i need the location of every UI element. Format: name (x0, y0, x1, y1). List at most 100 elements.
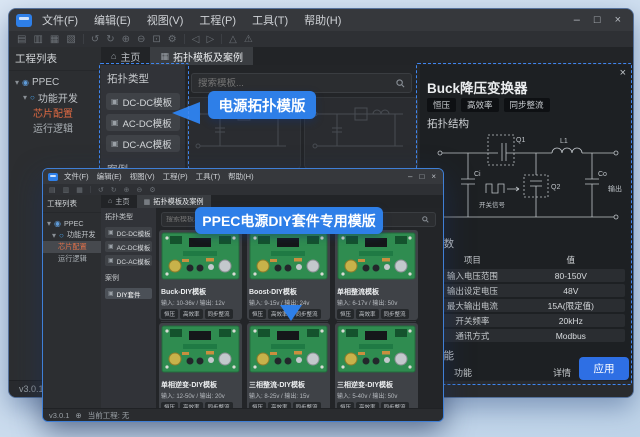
close-button[interactable]: × (615, 14, 621, 26)
new-file-icon[interactable]: ▤ (49, 186, 56, 194)
menu-edit[interactable]: 编辑(E) (97, 171, 122, 182)
minimize-button[interactable]: – (574, 14, 580, 26)
topology-item-diy[interactable]: ▣ DIY套件 (105, 288, 152, 299)
param-value: 80-150V (517, 271, 625, 281)
tag-badge: 恒压 (337, 309, 354, 319)
callout-arrow-left (172, 102, 200, 124)
schematic-l1-label: L1 (560, 138, 568, 145)
template-box-icon: ▣ (108, 257, 114, 264)
function-node-icon: ○ (59, 231, 64, 240)
diy-card-three-phase-rectifier[interactable]: 三相整流-DIY模板 输入: 8-25v / 输出: 15v 恒压 高效率 同步… (247, 323, 330, 409)
tree-label: 芯片配置 (33, 105, 73, 120)
menu-file[interactable]: 文件(F) (64, 171, 89, 182)
menu-help[interactable]: 帮助(H) (304, 12, 341, 28)
menu-edit[interactable]: 编辑(E) (94, 12, 131, 28)
main-titlebar: 文件(F) 编辑(E) 视图(V) 工程(P) 工具(T) 帮助(H) – □ … (9, 9, 633, 32)
tag-badge: 恒压 (249, 309, 266, 319)
tree-node-chip-config[interactable]: 芯片配置 (9, 105, 101, 120)
menu-view[interactable]: 视图(V) (147, 12, 184, 28)
param-value: 15A(限定值) (517, 300, 625, 312)
tree-node-run-logic[interactable]: 运行逻辑 (9, 120, 101, 135)
topology-type-panel: 拓扑类型 ▣ DC-DC模板 ▣ AC-DC模板 ▣ DC-AC模板 案例 ▣ … (101, 208, 157, 409)
diy-card-single-inverter[interactable]: 单相逆变-DIY模板 输入: 12-50v / 输出: 20v 恒压 高效率 同… (159, 323, 242, 409)
detail-close-icon[interactable]: × (620, 67, 626, 79)
schematic-q2-label: Q2 (551, 184, 560, 191)
settings-gear-icon[interactable]: ⚙ (149, 186, 155, 194)
zoom-in-icon[interactable]: ⊕ (124, 186, 130, 194)
new-file-icon[interactable]: ▤ (17, 34, 26, 45)
back-icon[interactable]: ◁ (192, 34, 200, 45)
open-folder-icon[interactable]: ▥ (33, 34, 42, 45)
topology-item-dcdc[interactable]: ▣ DC-DC模板 (105, 227, 152, 238)
topology-item-dcac[interactable]: ▣ DC-AC模板 (106, 135, 180, 152)
menu-file[interactable]: 文件(F) (42, 12, 78, 28)
topology-item-acdc[interactable]: ▣ AC-DC模板 (106, 114, 180, 131)
redo-icon[interactable]: ↻ (111, 186, 117, 194)
zoom-out-icon[interactable]: ⊖ (137, 186, 143, 194)
tree-node-ppec[interactable]: ▾ ◉ PPEC (9, 75, 101, 90)
table-header-row: 项目 值 (428, 253, 625, 267)
menu-tools[interactable]: 工具(T) (252, 12, 288, 28)
tab-home[interactable]: ⌂ 主页 (101, 47, 150, 65)
maximize-button[interactable]: □ (419, 172, 424, 181)
tree-node-run-logic[interactable]: 运行逻辑 (43, 253, 101, 265)
close-button[interactable]: × (431, 172, 436, 181)
zoom-in-icon[interactable]: ⊕ (122, 34, 130, 45)
tool-icon[interactable]: △ (229, 34, 237, 45)
tab-topology-templates[interactable]: ▦ 拓扑模板及案例 (150, 47, 253, 65)
project-node-icon: ◉ (22, 78, 29, 87)
app-logo-icon (48, 173, 58, 181)
diy-card-buck[interactable]: Buck-DIY模板 输入: 10-36v / 输出: 12v 恒压 高效率 同… (159, 230, 242, 320)
desktop: 文件(F) 编辑(E) 视图(V) 工程(P) 工具(T) 帮助(H) – □ … (0, 0, 640, 437)
forward-icon[interactable]: ▷ (206, 34, 214, 45)
undo-icon[interactable]: ↺ (91, 34, 99, 45)
minimize-button[interactable]: – (408, 172, 412, 181)
save-icon[interactable]: ▦ (50, 34, 59, 45)
menu-project[interactable]: 工程(P) (163, 171, 188, 182)
topology-item-dcac[interactable]: ▣ DC-AC模板 (105, 255, 152, 266)
search-input[interactable] (192, 78, 396, 89)
table-row: 开关频率 20kHz (428, 314, 625, 327)
undo-icon[interactable]: ↺ (98, 186, 104, 194)
warning-icon[interactable]: ⚠ (244, 34, 253, 45)
save-icon[interactable]: ▦ (76, 186, 83, 194)
tree-node-chip-config[interactable]: 芯片配置 (43, 241, 101, 253)
caret-down-icon: ▾ (47, 219, 51, 228)
tag-badge: 高效率 (180, 309, 203, 319)
tree-label: PPEC (32, 77, 59, 88)
menu-project[interactable]: 工程(P) (199, 12, 236, 28)
tag-badge: 同步整流 (205, 309, 233, 319)
case-group-title: 案例 (101, 269, 156, 285)
topology-item-acdc[interactable]: ▣ AC-DC模板 (105, 241, 152, 252)
menu-help[interactable]: 帮助(H) (228, 171, 253, 182)
tree-node-ppec[interactable]: ▾ ◉ PPEC (43, 217, 101, 229)
diy-window: 文件(F) 编辑(E) 视图(V) 工程(P) 工具(T) 帮助(H) – □ … (42, 168, 444, 422)
topology-item-label: AC-DC模板 (123, 116, 172, 130)
toolbar-divider (90, 186, 91, 193)
save-all-icon[interactable]: ▧ (66, 34, 75, 45)
tree-node-function-dev[interactable]: ▾ ○ 功能开发 (43, 229, 101, 241)
home-icon: ⌂ (108, 198, 112, 205)
diy-card-three-phase-inverter[interactable]: 三相逆变-DIY模板 输入: 5-40v / 输出: 50v 恒压 高效率 同步… (335, 323, 418, 409)
menu-view[interactable]: 视图(V) (130, 171, 155, 182)
caret-down-icon: ▾ (15, 78, 19, 87)
detail-link[interactable]: 详情 (553, 366, 571, 379)
col-value: 值 (517, 254, 625, 266)
tree-label: PPEC (64, 219, 84, 228)
template-card-ghost[interactable] (304, 97, 418, 169)
settings-gear-icon[interactable]: ⚙ (168, 34, 177, 45)
apply-button[interactable]: 应用 (579, 357, 629, 380)
diy-card-single-rectifier[interactable]: 单相整流模板 输入: 6-17v / 输出: 50v 恒压 高效率 同步整流 → (335, 230, 418, 320)
project-node-icon: ◉ (54, 219, 61, 228)
open-folder-icon[interactable]: ▥ (63, 186, 70, 194)
pcb-photo (161, 325, 240, 373)
tree-node-function-dev[interactable]: ▾ ○ 功能开发 (9, 90, 101, 105)
fit-view-icon[interactable]: ⊡ (152, 34, 160, 45)
maximize-button[interactable]: □ (594, 14, 601, 26)
zoom-out-icon[interactable]: ⊖ (137, 34, 145, 45)
topology-item-label: DC-DC模板 (123, 95, 173, 109)
tab-home[interactable]: ⌂ 主页 (101, 195, 137, 208)
topology-item-dcdc[interactable]: ▣ DC-DC模板 (106, 93, 180, 110)
redo-icon[interactable]: ↻ (106, 34, 114, 45)
menu-tools[interactable]: 工具(T) (196, 171, 221, 182)
